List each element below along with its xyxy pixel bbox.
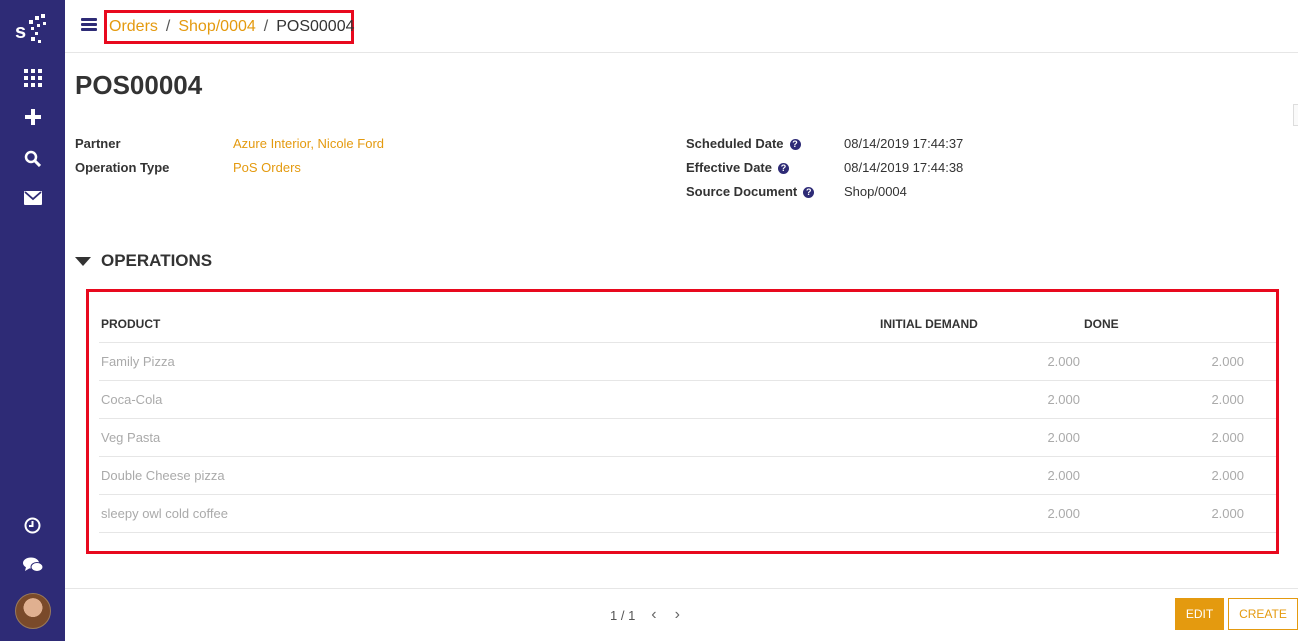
scheduled-date-label-text: Scheduled Date [686,136,784,151]
create-button[interactable]: CREATE [1228,598,1298,630]
chevron-left-icon[interactable]: ‹ [651,606,656,624]
table-row[interactable]: Coca-Cola 2.000 2.000 [99,380,1276,419]
help-icon[interactable]: ? [777,163,789,174]
operations-table: PRODUCT INITIAL DEMAND DONE Family Pizza… [99,306,1276,533]
top-bar: Orders / Shop/0004 / POS00004 [65,0,1298,53]
operations-table-container: PRODUCT INITIAL DEMAND DONE Family Pizza… [86,289,1279,554]
source-document-label-text: Source Document [686,184,798,199]
footer-bar: 1 / 1 ‹ › EDIT CREATE [65,588,1298,641]
effective-date-label: Effective Date? [686,160,789,175]
user-avatar[interactable] [15,593,51,629]
table-row[interactable]: Veg Pasta 2.000 2.000 [99,418,1276,457]
search-icon[interactable] [0,143,65,173]
column-header-initial-demand[interactable]: INITIAL DEMAND [878,306,1082,343]
table-row[interactable]: Family Pizza 2.000 2.000 [99,342,1276,381]
table-header-row: PRODUCT INITIAL DEMAND DONE [99,306,1276,343]
pager: 1 / 1 ‹ › [610,606,680,624]
source-document-value: Shop/0004 [844,184,907,199]
demand-cell: 2.000 [878,342,1082,381]
product-cell: sleepy owl cold coffee [99,494,878,533]
pager-value[interactable]: 1 / 1 [610,608,635,623]
product-cell: Family Pizza [99,342,878,381]
scheduled-date-label: Scheduled Date? [686,136,801,151]
table-row[interactable]: Double Cheese pizza 2.000 2.000 [99,456,1276,495]
hamburger-menu-icon[interactable] [81,18,97,32]
effective-date-label-text: Effective Date [686,160,772,175]
done-cell: 2.000 [1082,342,1276,381]
product-cell: Double Cheese pizza [99,456,878,495]
demand-cell: 2.000 [878,494,1082,533]
source-document-label: Source Document? [686,184,815,199]
operations-section-toggle[interactable]: OPERATIONS [75,251,212,271]
breadcrumb-shop[interactable]: Shop/0004 [178,18,255,36]
sidebar: s [0,0,65,641]
partner-value[interactable]: Azure Interior, Nicole Ford [233,136,384,151]
side-panel-handle[interactable] [1293,104,1298,126]
clock-icon[interactable] [0,510,65,540]
breadcrumb: Orders / Shop/0004 / POS00004 [104,10,355,44]
page-title: POS00004 [75,70,203,100]
operation-type-label: Operation Type [75,160,170,175]
apps-grid-icon[interactable] [0,63,65,93]
app-logo-icon[interactable]: s [0,10,65,50]
partner-label: Partner [75,136,121,151]
mail-icon[interactable] [0,183,65,213]
column-header-done[interactable]: DONE [1082,306,1276,343]
edit-button[interactable]: EDIT [1175,598,1224,630]
plus-icon[interactable] [0,102,65,132]
product-cell: Coca-Cola [99,380,878,419]
breadcrumb-orders[interactable]: Orders [109,18,158,36]
svg-text:s: s [15,21,26,43]
done-cell: 2.000 [1082,380,1276,419]
product-cell: Veg Pasta [99,418,878,457]
help-icon[interactable]: ? [789,139,801,150]
operation-type-value[interactable]: PoS Orders [233,160,301,175]
help-icon[interactable]: ? [803,187,815,198]
operations-section-title: OPERATIONS [101,251,213,270]
done-cell: 2.000 [1082,418,1276,457]
chevron-right-icon[interactable]: › [675,606,680,624]
done-cell: 2.000 [1082,494,1276,533]
demand-cell: 2.000 [878,380,1082,419]
table-row[interactable]: sleepy owl cold coffee 2.000 2.000 [99,494,1276,533]
demand-cell: 2.000 [878,456,1082,495]
caret-down-icon [75,256,91,266]
chat-icon[interactable] [0,550,65,580]
breadcrumb-current: POS00004 [276,18,355,35]
done-cell: 2.000 [1082,456,1276,495]
breadcrumb-separator: / [263,18,269,35]
scheduled-date-value: 08/14/2019 17:44:37 [844,136,964,151]
column-header-product[interactable]: PRODUCT [99,306,878,343]
demand-cell: 2.000 [878,418,1082,457]
breadcrumb-separator: / [165,18,171,35]
effective-date-value: 08/14/2019 17:44:38 [844,160,964,175]
